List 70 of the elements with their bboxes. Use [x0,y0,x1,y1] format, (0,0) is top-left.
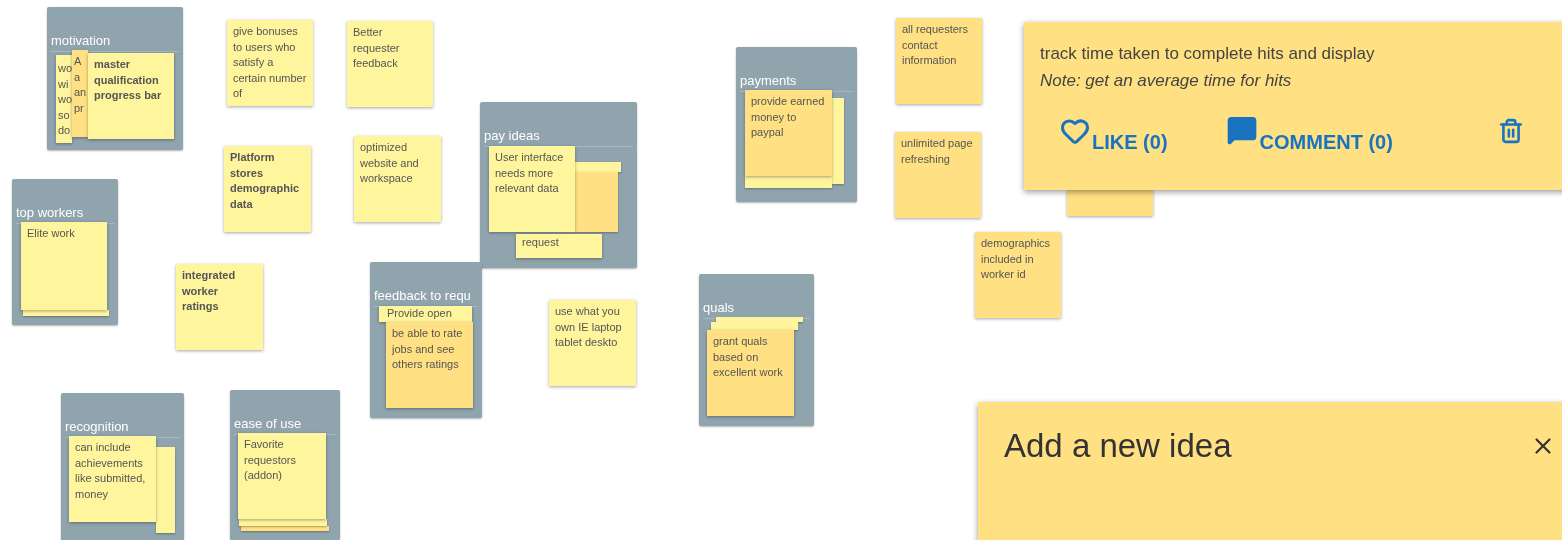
group-title: motivation [51,33,112,49]
comment-icon [1225,114,1258,146]
note-text: Favorite requestors (addon) [244,437,297,483]
sticky-note[interactable] [711,322,798,330]
sticky-note[interactable]: Elite work [21,222,107,310]
sticky-note[interactable]: optimized website and workspace [354,136,441,222]
note-text: wo wi wo so do [58,61,70,138]
note-text: all requesters contact information [902,22,970,68]
sticky-note[interactable]: Platform stores demographic data [224,146,311,232]
delete-button[interactable] [1498,117,1524,145]
trash-icon [1498,117,1524,145]
sticky-note[interactable] [1067,190,1153,216]
sticky-note[interactable]: give bonuses to users who satisfy a certain number of [227,20,313,106]
note-text: be able to rate jobs and see others ratings [392,326,464,372]
sticky-note[interactable]: demographics included in worker id [975,232,1061,318]
idea-text: track time taken to complete hits and display [1040,43,1376,65]
group-title: top workers [16,205,85,221]
sticky-note[interactable]: provide earned money to paypal [745,90,832,176]
sticky-note[interactable] [156,447,175,533]
sticky-note[interactable] [239,519,327,526]
sticky-note[interactable] [716,317,803,322]
sticky-note[interactable]: all requesters contact information [896,18,982,104]
note-text: Elite work [27,226,76,241]
sticky-note[interactable]: master qualification progress bar [88,53,174,139]
sticky-note[interactable]: Better requester feedback [347,21,433,107]
note-text: User interface needs more relevant data [495,150,565,196]
note-text: A a an pr [74,54,86,116]
sticky-note[interactable] [575,162,621,172]
note-text: Provide open [387,306,453,321]
dialog-title: Add a new idea [1004,426,1232,466]
sticky-note[interactable]: use what you own IE laptop tablet deskto [549,300,636,386]
note-text: provide earned money to paypal [751,94,826,140]
note-text: give bonuses to users who satisfy a certain number of [233,24,307,101]
heart-icon [1060,116,1090,146]
sticky-note[interactable] [23,310,109,316]
group-title: feedback to requ [374,288,472,304]
sticky-note[interactable]: Favorite requestors (addon) [238,433,326,519]
like-button[interactable]: LIKE (0) [1060,116,1168,152]
sticky-note[interactable]: unlimited page refreshing [895,132,981,218]
group-title: payments [740,73,798,89]
note-text: Platform stores demographic data [230,150,301,212]
note-text: optimized website and workspace [360,140,420,186]
note-text: can include achievements like submitted, money [75,440,147,502]
sticky-note[interactable]: Provide open [379,306,472,322]
note-text: master qualification progress bar [94,57,163,103]
group-title: pay ideas [484,128,541,144]
sticky-note[interactable]: integrated worker ratings [176,264,263,350]
group-title: quals [703,300,736,316]
sticky-note[interactable]: request [516,234,602,258]
sticky-note[interactable]: User interface needs more relevant data [489,146,575,232]
note-text: demographics included in worker id [981,236,1052,282]
note-text: integrated worker ratings [182,268,237,314]
sticky-note[interactable] [575,172,618,232]
group-title: ease of use [234,416,303,432]
idea-note: Note: get an average time for hits [1040,70,1293,92]
sticky-note[interactable] [832,98,844,184]
comment-button[interactable]: COMMENT (0) [1225,114,1393,152]
sticky-note[interactable]: A a an pr [72,50,88,137]
sticky-note[interactable] [241,526,329,531]
sticky-note[interactable] [745,176,832,188]
note-text: request [522,235,560,250]
group-title: recognition [65,419,130,435]
note-text: grant quals based on excellent work [713,334,784,380]
note-text: Better requester feedback [353,25,401,71]
sticky-note[interactable]: grant quals based on excellent work [707,330,794,416]
sticky-note[interactable]: be able to rate jobs and see others ratings [386,322,473,408]
sticky-note[interactable]: wo wi wo so do [56,55,72,143]
note-text: use what you own IE laptop tablet deskto [555,304,623,350]
sticky-note[interactable]: can include achievements like submitted, money [69,436,156,522]
note-text: unlimited page refreshing [901,136,974,167]
